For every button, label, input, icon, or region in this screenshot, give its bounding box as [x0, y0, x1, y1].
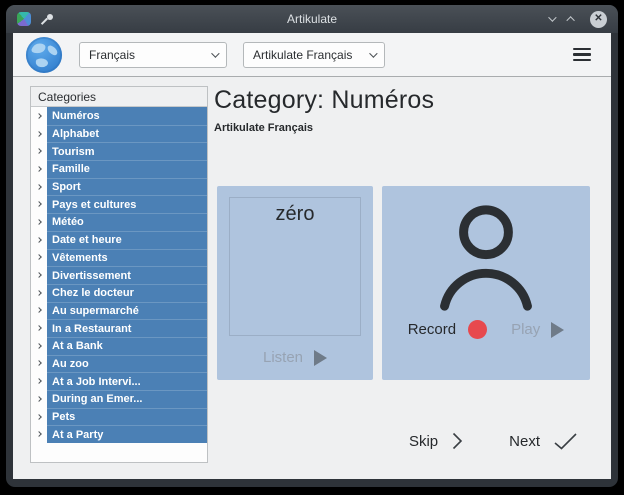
pin-icon[interactable]: [41, 13, 54, 26]
phrase-text: zéro: [276, 203, 315, 335]
sidebar-item[interactable]: Au supermarché: [31, 302, 207, 320]
page-subtitle: Artikulate Français: [214, 122, 595, 134]
next-button[interactable]: Next: [509, 432, 577, 450]
chevron-down-icon: [211, 49, 219, 57]
sidebar-item[interactable]: Famille: [31, 160, 207, 178]
toolbar: Français Artikulate Français: [13, 33, 611, 77]
checkmark-icon: [554, 433, 577, 450]
listen-button[interactable]: Listen: [263, 349, 327, 366]
expand-chevron-icon[interactable]: [31, 355, 47, 373]
record-dot-icon[interactable]: [468, 320, 487, 339]
expand-chevron-icon[interactable]: [31, 107, 47, 125]
person-icon: [430, 202, 542, 314]
trainer-cards: zéro Listen Record: [217, 186, 590, 380]
expand-chevron-icon[interactable]: [31, 284, 47, 302]
sidebar-item[interactable]: At a Party: [31, 425, 207, 443]
skip-button[interactable]: Skip: [409, 432, 463, 450]
expand-chevron-icon[interactable]: [31, 231, 47, 249]
language-dropdown[interactable]: Français: [79, 42, 227, 68]
listen-label: Listen: [263, 349, 303, 366]
maximize-icon[interactable]: [566, 16, 574, 24]
expand-chevron-icon[interactable]: [31, 302, 47, 320]
chevron-down-icon: [369, 49, 377, 57]
sidebar-item[interactable]: During an Emer...: [31, 390, 207, 408]
expand-chevron-icon[interactable]: [31, 178, 47, 196]
sidebar-item[interactable]: Pays et cultures: [31, 195, 207, 213]
sidebar-item[interactable]: Divertissement: [31, 266, 207, 284]
phrase-box: zéro: [229, 197, 361, 336]
globe-logo-icon: [25, 36, 63, 74]
app-window: Artikulate ✕: [6, 5, 618, 487]
window-content: Français Artikulate Français Categories: [13, 33, 611, 479]
close-button[interactable]: ✕: [590, 11, 607, 28]
category-tree: Numéros Alphabet Tourism: [31, 107, 207, 443]
sidebar-item[interactable]: Numéros: [31, 107, 207, 125]
sidebar-item[interactable]: In a Restaurant: [31, 319, 207, 337]
expand-chevron-icon[interactable]: [31, 249, 47, 267]
sidebar-item[interactable]: At a Job Intervi...: [31, 372, 207, 390]
sidebar-item[interactable]: Vêtements: [31, 249, 207, 267]
expand-chevron-icon[interactable]: [31, 213, 47, 231]
sidebar-item[interactable]: Sport: [31, 178, 207, 196]
play-button[interactable]: Play: [511, 321, 540, 338]
expand-chevron-icon[interactable]: [31, 372, 47, 390]
sidebar-item[interactable]: Chez le docteur: [31, 284, 207, 302]
expand-chevron-icon[interactable]: [31, 319, 47, 337]
menu-button[interactable]: [573, 48, 591, 61]
sidebar-item[interactable]: Date et heure: [31, 231, 207, 249]
expand-chevron-icon[interactable]: [31, 337, 47, 355]
play-triangle-icon: [314, 350, 327, 366]
categories-header: Categories: [31, 87, 207, 107]
app-body: Categories Numéros Alphabet: [13, 77, 611, 479]
sidebar-item[interactable]: Alphabet: [31, 125, 207, 143]
chevron-right-icon: [452, 432, 463, 450]
course-dropdown[interactable]: Artikulate Français: [243, 42, 385, 68]
nav-row: Skip Next: [409, 432, 577, 450]
expand-chevron-icon[interactable]: [31, 266, 47, 284]
record-button[interactable]: Record: [408, 321, 456, 338]
main-panel: Category: Numéros Artikulate Français zé…: [214, 86, 595, 479]
titlebar[interactable]: Artikulate ✕: [6, 5, 618, 33]
sidebar-item[interactable]: Météo: [31, 213, 207, 231]
window-title: Artikulate: [6, 12, 618, 26]
close-icon: ✕: [594, 14, 602, 24]
app-menu-icon[interactable]: [17, 12, 31, 26]
language-dropdown-value: Français: [89, 48, 135, 62]
expand-chevron-icon[interactable]: [31, 390, 47, 408]
expand-chevron-icon[interactable]: [31, 160, 47, 178]
phrase-card: zéro Listen: [217, 186, 373, 380]
expand-chevron-icon[interactable]: [31, 195, 47, 213]
sidebar-item[interactable]: At a Bank: [31, 337, 207, 355]
next-label: Next: [509, 433, 540, 450]
categories-panel: Categories Numéros Alphabet: [30, 86, 208, 463]
page-title: Category: Numéros: [214, 86, 595, 115]
skip-label: Skip: [409, 433, 438, 450]
sidebar-item[interactable]: Tourism: [31, 142, 207, 160]
sidebar-item[interactable]: Au zoo: [31, 355, 207, 373]
expand-chevron-icon[interactable]: [31, 142, 47, 160]
play-triangle-icon[interactable]: [551, 322, 564, 338]
sidebar-item[interactable]: Pets: [31, 408, 207, 426]
minimize-icon[interactable]: [548, 13, 556, 21]
course-dropdown-value: Artikulate Français: [253, 48, 352, 62]
expand-chevron-icon[interactable]: [31, 125, 47, 143]
expand-chevron-icon[interactable]: [31, 408, 47, 426]
record-card: Record Play: [382, 186, 590, 380]
expand-chevron-icon[interactable]: [31, 425, 47, 443]
